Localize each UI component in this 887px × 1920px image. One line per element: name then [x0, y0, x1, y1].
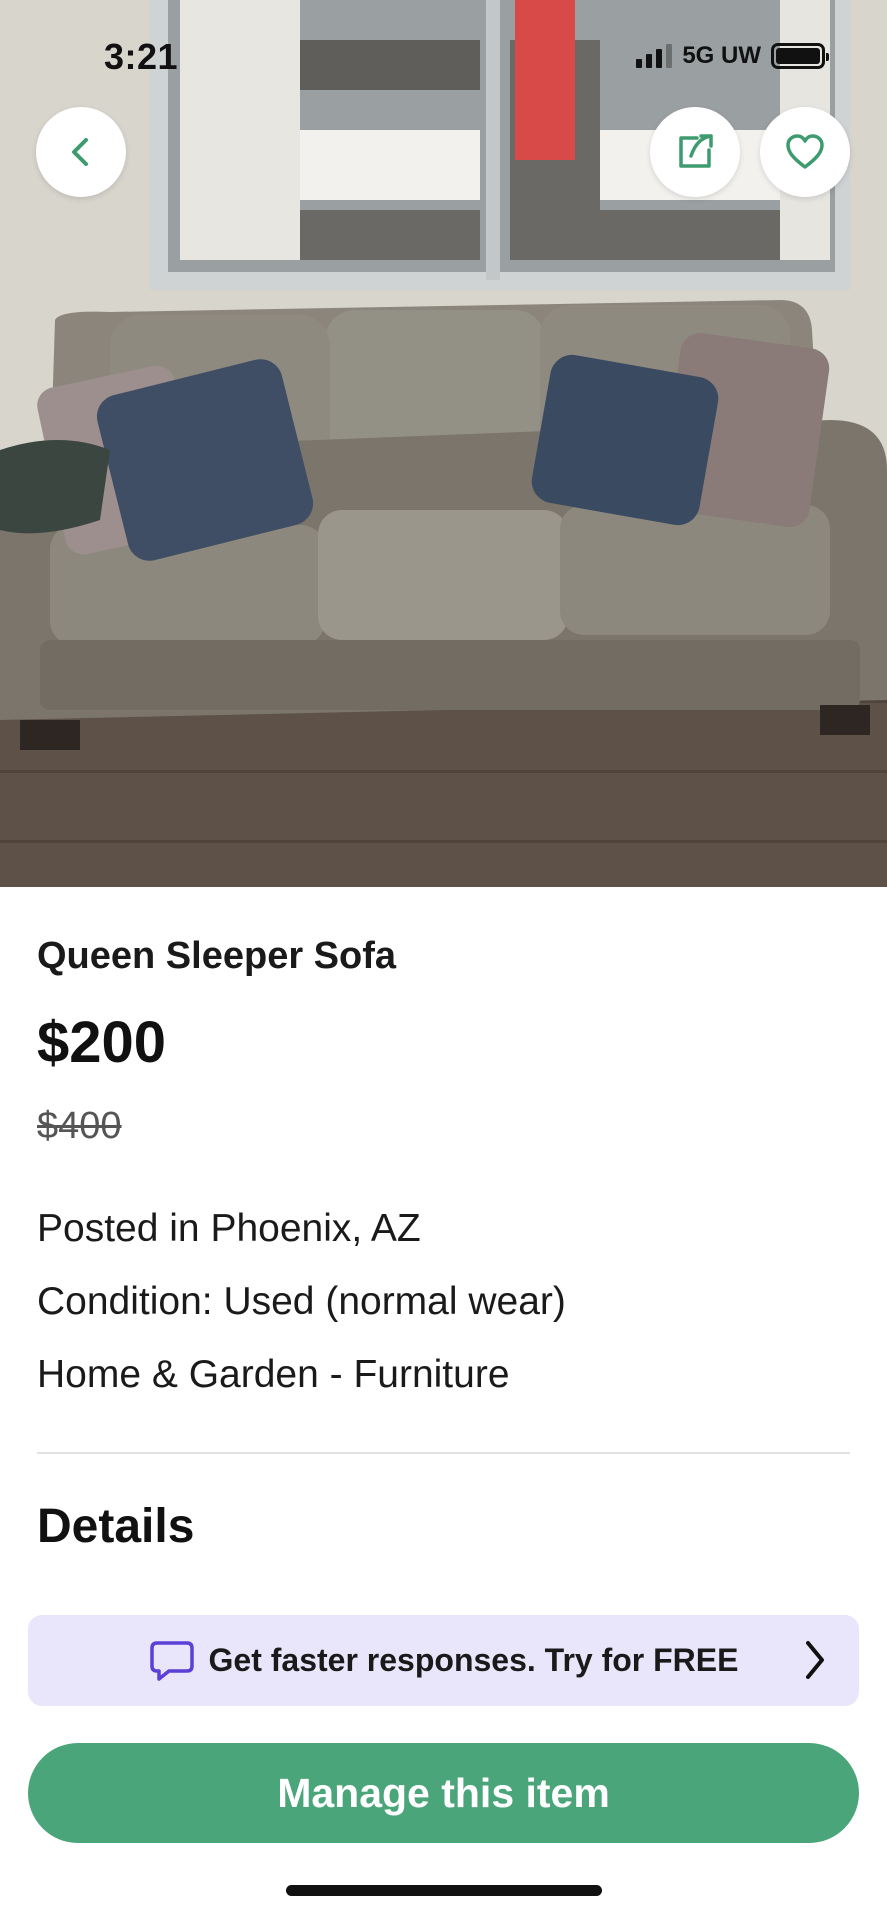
- details-heading: Details: [37, 1500, 195, 1553]
- heart-icon: [786, 134, 824, 169]
- cellular-signal-icon: [636, 44, 673, 68]
- share-icon: [679, 134, 713, 168]
- share-button[interactable]: [650, 107, 740, 197]
- status-indicators: 5G UW: [636, 42, 829, 70]
- manage-item-label: Manage this item: [277, 1769, 610, 1816]
- listing-location: Posted in Phoenix, AZ: [37, 1207, 421, 1250]
- network-type: 5G UW: [682, 42, 761, 69]
- chat-bubble-icon: [149, 1640, 194, 1681]
- divider: [37, 1452, 850, 1454]
- back-button[interactable]: [36, 107, 126, 197]
- home-indicator[interactable]: [286, 1885, 602, 1896]
- manage-item-button[interactable]: Manage this item: [28, 1743, 859, 1843]
- listing-photo[interactable]: 3:21 5G UW: [0, 0, 887, 887]
- listing-price: $200: [37, 1010, 167, 1075]
- promo-text: Get faster responses. Try for FREE: [208, 1642, 739, 1678]
- faster-responses-banner[interactable]: Get faster responses. Try for FREE: [28, 1615, 859, 1706]
- listing-category[interactable]: Home & Garden - Furniture: [37, 1353, 510, 1397]
- favorite-button[interactable]: [760, 107, 850, 197]
- listing-title: Queen Sleeper Sofa: [37, 935, 397, 977]
- listing-condition: Condition: Used (normal wear): [37, 1280, 566, 1323]
- status-time: 3:21: [104, 36, 179, 77]
- battery-icon: [771, 43, 829, 69]
- chevron-right-icon: [806, 1641, 824, 1679]
- sofa-photo-illustration: [0, 0, 887, 887]
- original-price: $400: [37, 1105, 122, 1147]
- chevron-left-icon: [72, 138, 88, 166]
